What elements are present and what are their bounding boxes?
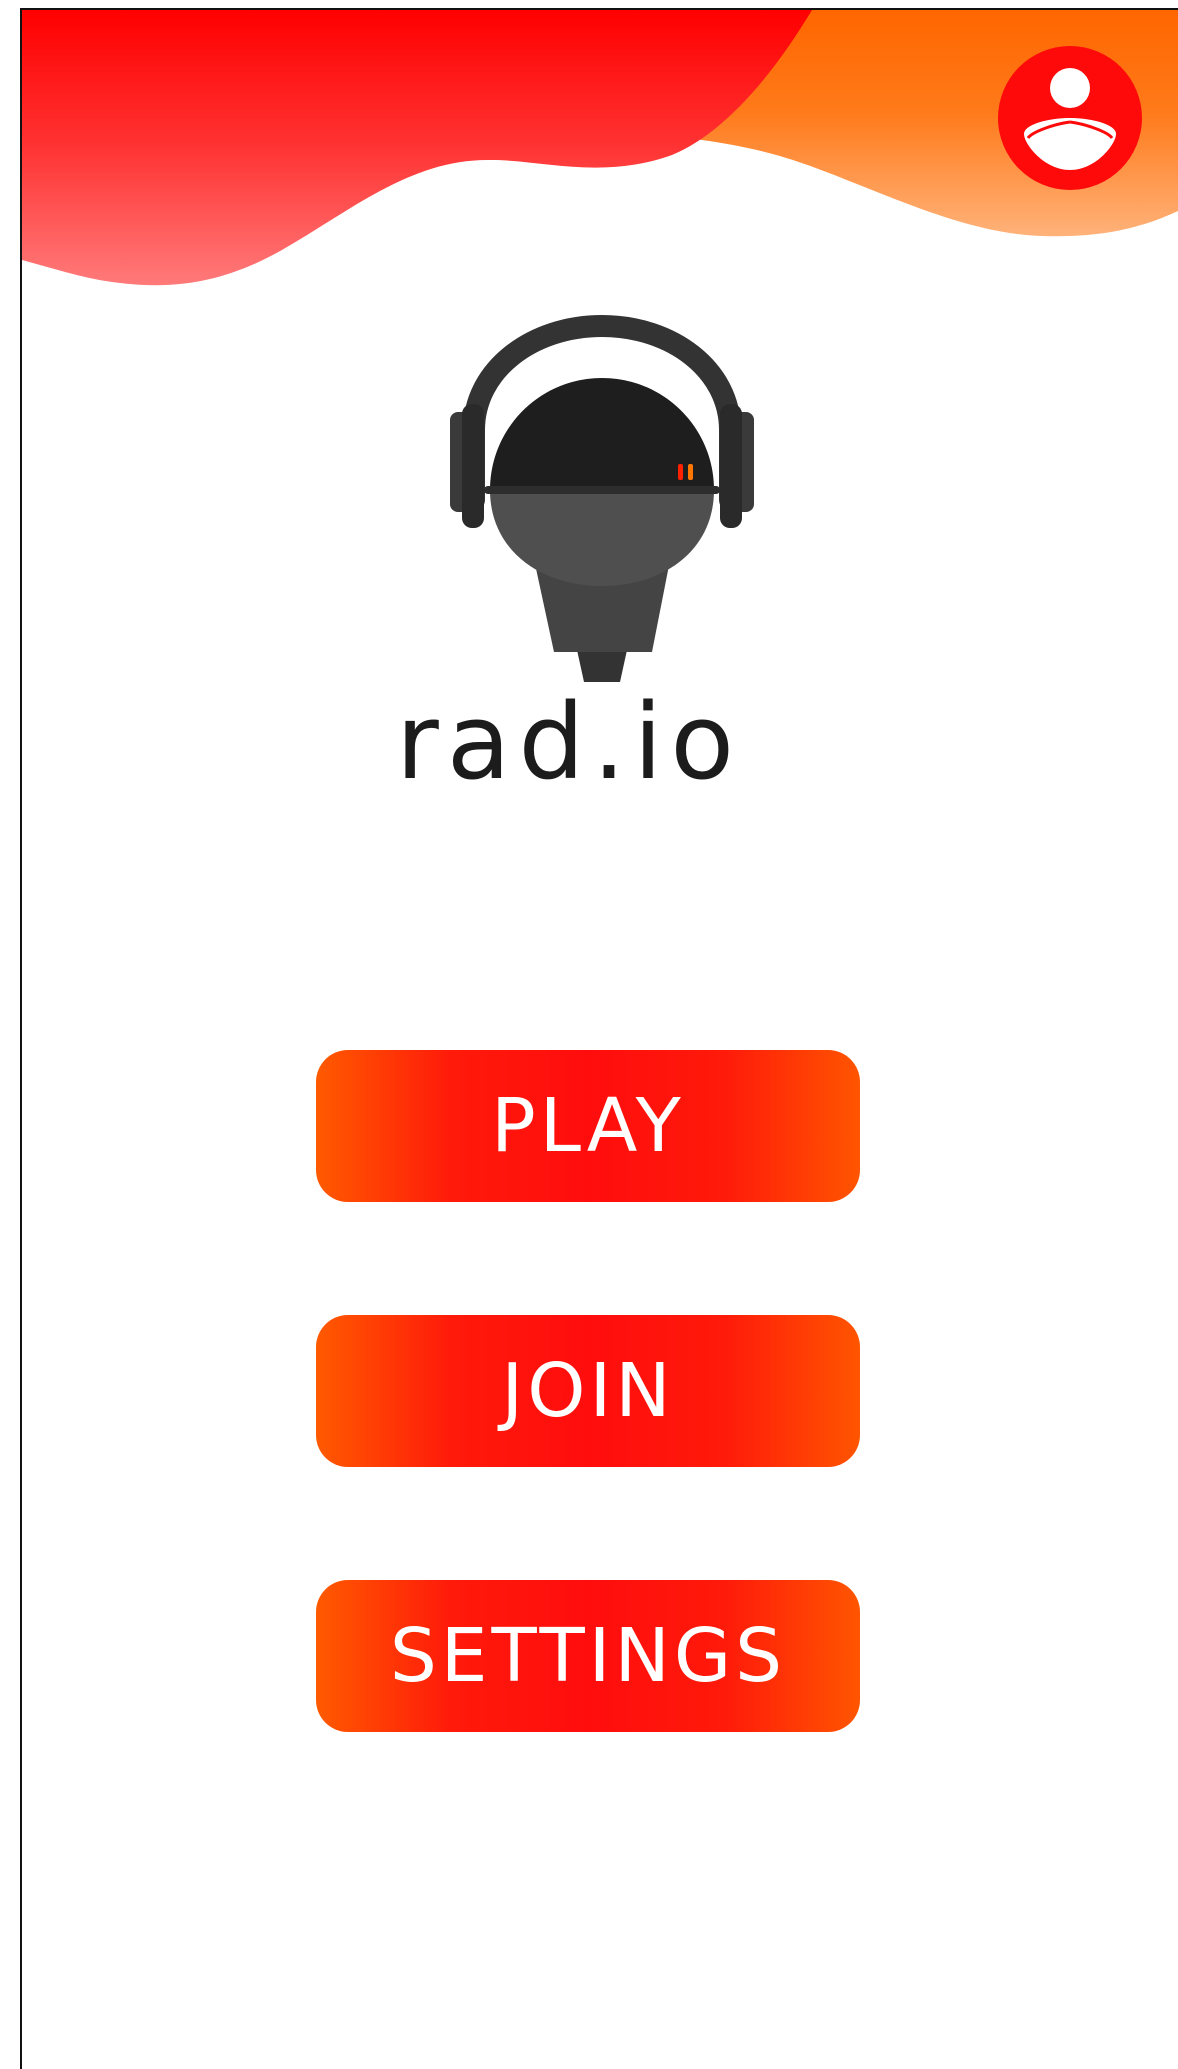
profile-button[interactable] (998, 46, 1142, 190)
join-button-label: JOIN (501, 1348, 675, 1434)
red-wave (22, 10, 812, 286)
play-button-label: PLAY (491, 1083, 685, 1169)
settings-button[interactable]: SETTINGS (316, 1580, 860, 1732)
join-button[interactable]: JOIN (316, 1315, 860, 1467)
app-screen (20, 8, 1178, 2069)
app-title: rad.io (395, 681, 743, 803)
settings-button-label: SETTINGS (389, 1613, 787, 1699)
play-button[interactable]: PLAY (316, 1050, 860, 1202)
user-avatar-icon (998, 46, 1142, 190)
app-logo (432, 310, 772, 690)
microphone-headphones-icon (450, 314, 754, 682)
